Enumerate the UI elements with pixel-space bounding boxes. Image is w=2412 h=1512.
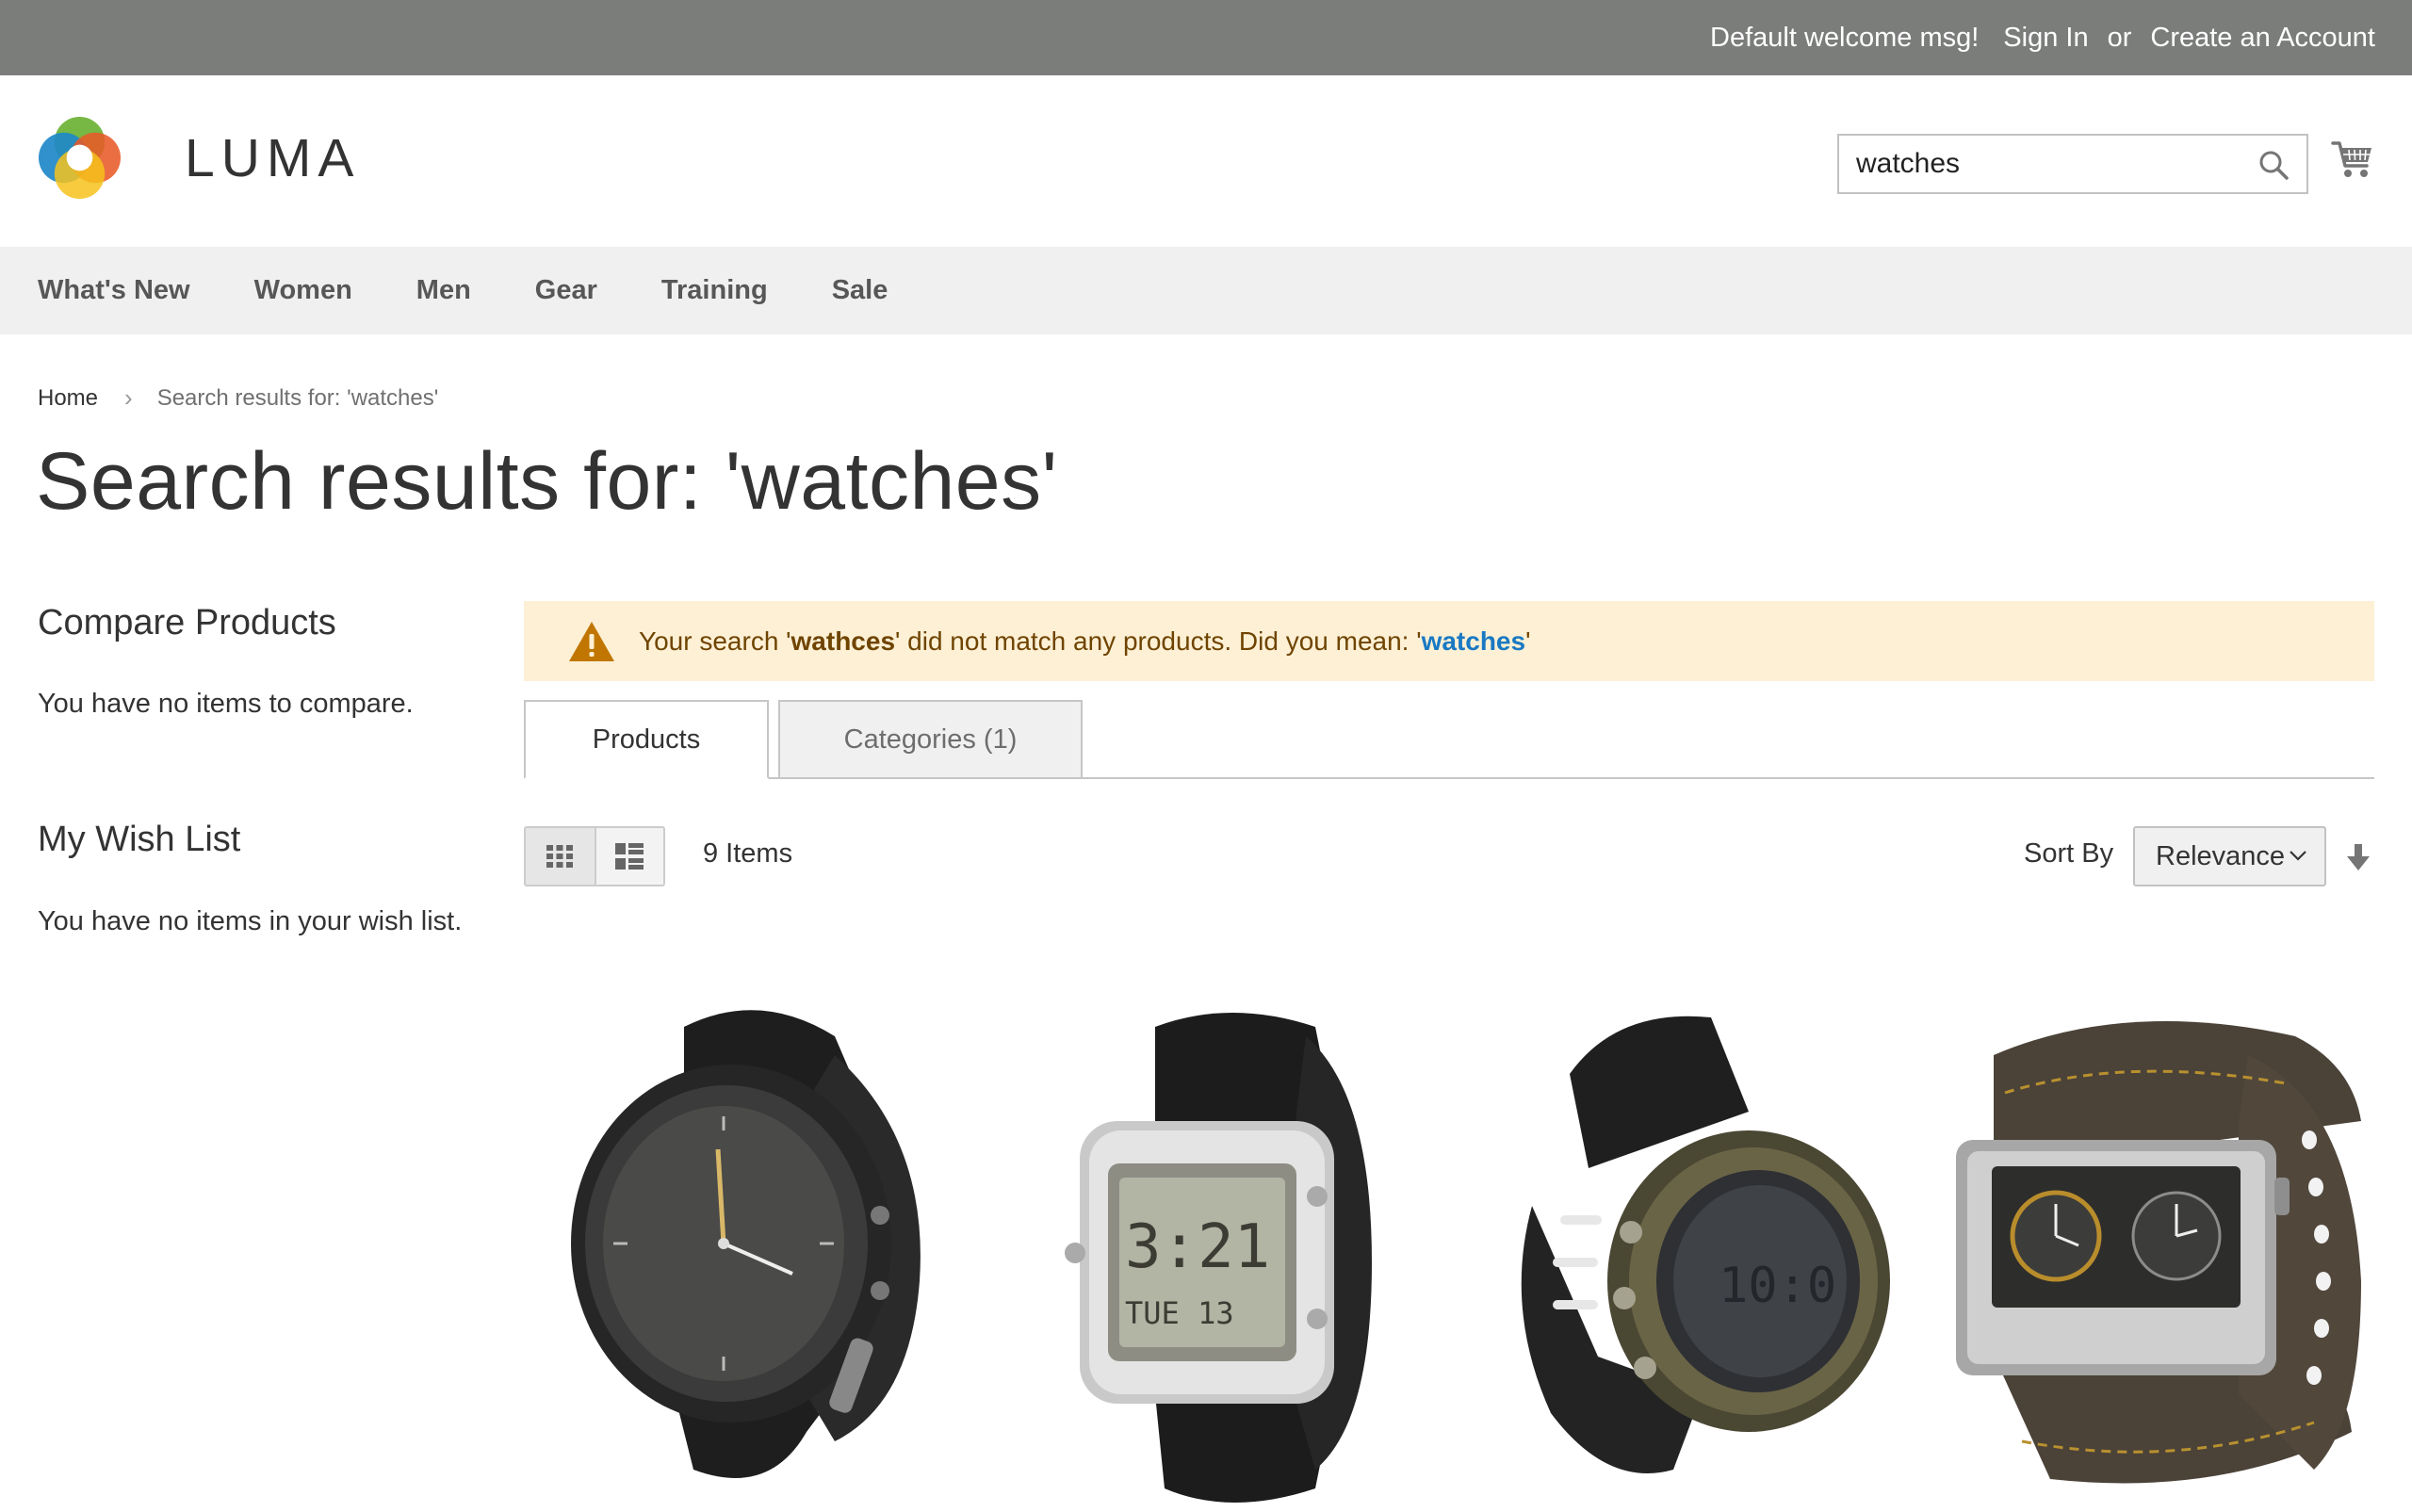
nav-item-training[interactable]: Training bbox=[661, 275, 768, 306]
wishlist-empty: You have no items in your wish list. bbox=[38, 906, 463, 936]
logo[interactable]: LUMA bbox=[38, 116, 360, 200]
notice-message: Your search 'wathces' did not match any … bbox=[639, 626, 1531, 656]
watch-image bbox=[571, 1010, 921, 1478]
welcome-message: Default welcome msg! bbox=[1710, 22, 1980, 53]
compare-products-title: Compare Products bbox=[38, 603, 336, 642]
nav-item-gear[interactable]: Gear bbox=[535, 275, 597, 306]
breadcrumb: Home › Search results for: 'watches' bbox=[38, 383, 438, 413]
wishlist-title: My Wish List bbox=[38, 820, 241, 859]
warning-icon bbox=[569, 621, 614, 661]
top-bar: Default welcome msg! Sign In or Create a… bbox=[0, 0, 2412, 75]
watch-image: 10:0 bbox=[1521, 1016, 1890, 1473]
search-suggestion-notice: Your search 'wathces' did not match any … bbox=[524, 601, 2374, 681]
cart-icon[interactable] bbox=[2331, 138, 2374, 181]
search-box bbox=[1837, 134, 2308, 194]
view-mode-switcher bbox=[524, 826, 665, 886]
page-title: Search results for: 'watches' bbox=[36, 436, 1058, 527]
luma-logo-icon bbox=[38, 116, 122, 200]
search-icon[interactable] bbox=[2257, 149, 2290, 181]
tab-products[interactable]: Products bbox=[524, 700, 769, 779]
nav-item-men[interactable]: Men bbox=[416, 275, 471, 306]
chevron-down-icon bbox=[2290, 851, 2306, 861]
grid-icon bbox=[546, 845, 574, 868]
sort-by-select[interactable]: Relevance bbox=[2133, 826, 2326, 886]
list-icon bbox=[615, 843, 644, 870]
or-separator: or bbox=[2107, 22, 2132, 53]
sort-by-label: Sort By bbox=[2024, 838, 2114, 869]
svg-text:10:0: 10:0 bbox=[1719, 1258, 1836, 1314]
chevron-right-icon: › bbox=[124, 383, 133, 412]
product-image-silver-digital-watch[interactable]: 3:21 TUE 13 bbox=[995, 999, 1447, 1507]
nav-item-whats-new[interactable]: What's New bbox=[38, 275, 190, 306]
product-image-leather-dual-time-watch[interactable] bbox=[1937, 999, 2389, 1507]
watch-image bbox=[1956, 1021, 2361, 1484]
grid-view-button[interactable] bbox=[526, 828, 595, 885]
items-count: 9 Items bbox=[703, 838, 793, 869]
breadcrumb-current: Search results for: 'watches' bbox=[156, 384, 439, 411]
suggestion-link[interactable]: watches bbox=[1422, 626, 1526, 656]
watch-image: 3:21 TUE 13 bbox=[1065, 1013, 1372, 1503]
sort-direction-arrow-icon[interactable] bbox=[2346, 843, 2371, 871]
search-input[interactable] bbox=[1839, 136, 2244, 192]
product-image-olive-bezel-watch[interactable]: 10:0 bbox=[1466, 999, 1918, 1507]
notice-query: wathces bbox=[790, 626, 896, 656]
nav-item-sale[interactable]: Sale bbox=[832, 275, 888, 306]
sign-in-link[interactable]: Sign In bbox=[2003, 23, 2088, 54]
svg-text:3:21: 3:21 bbox=[1125, 1212, 1270, 1282]
create-account-link[interactable]: Create an Account bbox=[2150, 23, 2375, 54]
header-links: Default welcome msg! Sign In or Create a… bbox=[1710, 0, 2375, 75]
compare-products-empty: You have no items to compare. bbox=[38, 689, 414, 719]
tab-categories[interactable]: Categories (1) bbox=[778, 700, 1083, 779]
breadcrumb-home[interactable]: Home bbox=[38, 385, 98, 412]
nav-item-women[interactable]: Women bbox=[254, 275, 352, 306]
svg-text:TUE 13: TUE 13 bbox=[1125, 1295, 1234, 1331]
sort-by-value: Relevance bbox=[2156, 840, 2286, 871]
list-view-button[interactable] bbox=[594, 828, 663, 885]
product-image-black-analog-watch[interactable] bbox=[524, 999, 976, 1507]
logo-text: LUMA bbox=[185, 127, 361, 188]
main-navigation: What's New Women Men Gear Training Sale bbox=[0, 247, 2412, 334]
